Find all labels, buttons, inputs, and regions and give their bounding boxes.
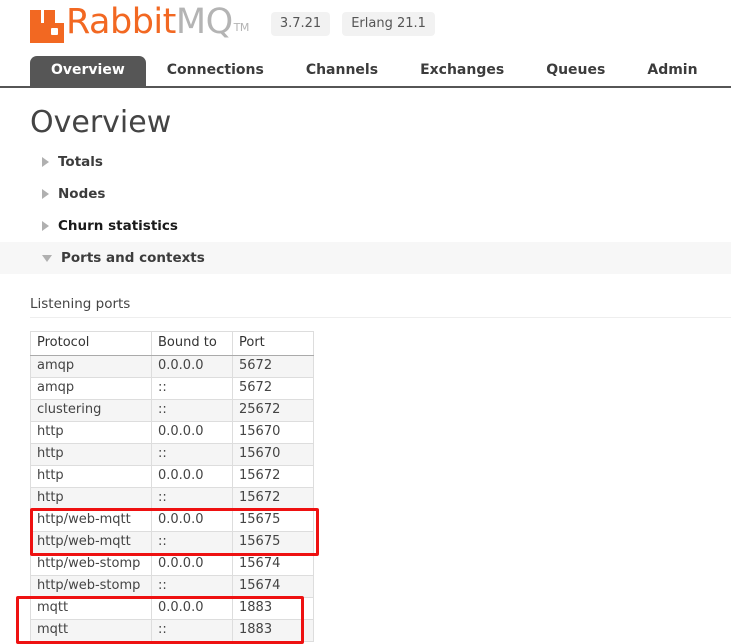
- cell-bound-to: 0.0.0.0: [152, 466, 233, 488]
- cell-bound-to: 0.0.0.0: [152, 554, 233, 576]
- cell-port: 5672: [233, 356, 314, 378]
- tab-channels[interactable]: Channels: [285, 56, 399, 86]
- listening-ports-subheading: Listening ports: [30, 296, 731, 318]
- section-churn-statistics-label: Churn statistics: [58, 218, 178, 234]
- cell-port: 15670: [233, 444, 314, 466]
- section-ports-and-contexts-label: Ports and contexts: [61, 250, 205, 266]
- tab-queues[interactable]: Queues: [525, 56, 626, 86]
- cell-protocol: http: [31, 422, 152, 444]
- cell-port: 15675: [233, 532, 314, 554]
- table-row: mqtt0.0.0.01883: [31, 598, 314, 620]
- cell-port: 15674: [233, 576, 314, 598]
- rabbitmq-version-badge: 3.7.21: [271, 12, 330, 36]
- section-nodes[interactable]: Nodes: [30, 178, 731, 210]
- cell-port: 15675: [233, 510, 314, 532]
- logo-head: [30, 23, 64, 43]
- cell-protocol: clustering: [31, 400, 152, 422]
- table-row: http/web-stomp0.0.0.015674: [31, 554, 314, 576]
- table-row: clustering::25672: [31, 400, 314, 422]
- table-header-row: Protocol Bound to Port: [31, 332, 314, 356]
- table-row: http/web-stomp::15674: [31, 576, 314, 598]
- chevron-right-icon: [42, 189, 49, 199]
- tab-exchanges[interactable]: Exchanges: [399, 56, 525, 86]
- cell-protocol: http/web-stomp: [31, 554, 152, 576]
- chevron-right-icon: [42, 157, 49, 167]
- cell-port: 1883: [233, 620, 314, 642]
- rabbit-logo-icon: [30, 10, 64, 43]
- section-nodes-label: Nodes: [58, 186, 105, 202]
- tab-connections[interactable]: Connections: [146, 56, 285, 86]
- table-row: amqp::5672: [31, 378, 314, 400]
- cell-port: 15672: [233, 488, 314, 510]
- cell-bound-to: ::: [152, 488, 233, 510]
- section-ports-and-contexts[interactable]: Ports and contexts: [0, 242, 731, 274]
- logo-word-mq: MQ: [176, 2, 233, 42]
- logo-eye: [51, 28, 58, 35]
- cell-bound-to: ::: [152, 576, 233, 598]
- cell-bound-to: 0.0.0.0: [152, 598, 233, 620]
- rabbitmq-logo[interactable]: RabbitMQTM: [30, 5, 249, 45]
- cell-bound-to: ::: [152, 444, 233, 466]
- table-row: amqp0.0.0.05672: [31, 356, 314, 378]
- chevron-down-icon: [42, 255, 52, 262]
- cell-protocol: mqtt: [31, 620, 152, 642]
- cell-bound-to: 0.0.0.0: [152, 356, 233, 378]
- page-title: Overview: [30, 106, 731, 140]
- cell-protocol: http: [31, 488, 152, 510]
- cell-protocol: http/web-mqtt: [31, 532, 152, 554]
- cell-bound-to: ::: [152, 378, 233, 400]
- listening-ports-table-body: amqp0.0.0.05672amqp::5672clustering::256…: [31, 356, 314, 642]
- cell-port: 5672: [233, 378, 314, 400]
- cell-bound-to: ::: [152, 400, 233, 422]
- logo-word-rabbit: Rabbit: [66, 2, 176, 42]
- cell-bound-to: 0.0.0.0: [152, 510, 233, 532]
- column-header-port[interactable]: Port: [233, 332, 314, 356]
- cell-bound-to: ::: [152, 532, 233, 554]
- cell-protocol: http: [31, 444, 152, 466]
- tab-overview[interactable]: Overview: [30, 56, 146, 86]
- table-row: http0.0.0.015670: [31, 422, 314, 444]
- table-row: http/web-mqtt0.0.0.015675: [31, 510, 314, 532]
- cell-port: 15674: [233, 554, 314, 576]
- cell-protocol: http: [31, 466, 152, 488]
- cell-port: 25672: [233, 400, 314, 422]
- section-totals-label: Totals: [58, 154, 103, 170]
- column-header-protocol[interactable]: Protocol: [31, 332, 152, 356]
- cell-protocol: amqp: [31, 378, 152, 400]
- section-totals[interactable]: Totals: [30, 146, 731, 178]
- cell-protocol: amqp: [31, 356, 152, 378]
- chevron-right-icon: [42, 221, 49, 231]
- listening-ports-table: Protocol Bound to Port amqp0.0.0.05672am…: [30, 331, 314, 642]
- main-navigation-tabs: Overview Connections Channels Exchanges …: [0, 56, 731, 88]
- cell-port: 15672: [233, 466, 314, 488]
- main-content: Overview Totals Nodes Churn statistics P…: [0, 106, 731, 642]
- cell-protocol: http/web-mqtt: [31, 510, 152, 532]
- cell-port: 1883: [233, 598, 314, 620]
- table-row: http0.0.0.015672: [31, 466, 314, 488]
- version-badges: 3.7.21 Erlang 21.1: [271, 12, 435, 36]
- table-row: http::15672: [31, 488, 314, 510]
- table-row: mqtt::1883: [31, 620, 314, 642]
- cell-protocol: mqtt: [31, 598, 152, 620]
- column-header-bound-to[interactable]: Bound to: [152, 332, 233, 356]
- cell-bound-to: ::: [152, 620, 233, 642]
- cell-bound-to: 0.0.0.0: [152, 422, 233, 444]
- app-header: RabbitMQTM 3.7.21 Erlang 21.1: [0, 0, 731, 50]
- section-churn-statistics[interactable]: Churn statistics: [30, 210, 731, 242]
- table-row: http::15670: [31, 444, 314, 466]
- trademark-mark: TM: [234, 21, 249, 34]
- erlang-version-badge: Erlang 21.1: [342, 12, 435, 36]
- tab-admin[interactable]: Admin: [626, 56, 718, 86]
- logo-wordmark: RabbitMQTM: [66, 5, 249, 45]
- listening-ports-table-wrapper: Protocol Bound to Port amqp0.0.0.05672am…: [30, 331, 731, 642]
- table-row: http/web-mqtt::15675: [31, 532, 314, 554]
- cell-port: 15670: [233, 422, 314, 444]
- cell-protocol: http/web-stomp: [31, 576, 152, 598]
